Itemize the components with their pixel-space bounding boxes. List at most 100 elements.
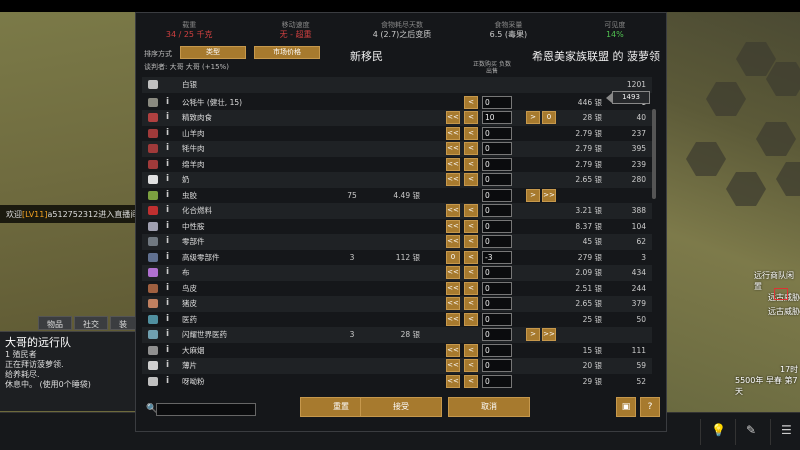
transfer-all-left-button[interactable]: << [446, 142, 460, 155]
transfer-all-left-button[interactable]: 0 [446, 250, 460, 264]
accept-button[interactable]: 接受 [360, 397, 442, 417]
info-icon[interactable]: i [166, 141, 169, 156]
stat-label: 移动速度 [281, 21, 310, 29]
info-icon[interactable]: i [166, 203, 169, 218]
menu-icon[interactable]: ☰ [770, 419, 800, 445]
quantity-field[interactable]: 0 [482, 359, 512, 372]
transfer-all-right-button[interactable]: >> [542, 188, 556, 202]
stat: 载重 34 / 25 千克 [136, 13, 242, 43]
quantity-field[interactable]: 0 [482, 126, 512, 140]
sort-by-type-button[interactable]: 类型 [180, 46, 246, 59]
sort-by-market-button[interactable]: 市场价格 [254, 46, 320, 59]
info-icon[interactable]: i [166, 312, 169, 327]
quantity-field[interactable]: 0 [482, 157, 512, 171]
quantity-field[interactable]: -3 [482, 250, 512, 264]
info-icon[interactable]: i [166, 327, 169, 342]
threat-marker[interactable] [774, 288, 788, 300]
brush-icon[interactable]: ✎ [735, 419, 765, 445]
transfer-all-left-button[interactable]: << [446, 235, 460, 248]
info-icon[interactable]: i [166, 188, 169, 203]
item-icon [148, 268, 158, 277]
transfer-all-right-button[interactable]: >> [542, 328, 556, 341]
quantity-field[interactable]: 0 [482, 204, 512, 217]
transfer-all-left-button[interactable]: << [446, 111, 460, 124]
transfer-left-button[interactable]: < [464, 142, 478, 155]
info-icon[interactable]: i [166, 296, 169, 311]
quantity-field[interactable]: 0 [482, 374, 512, 388]
trade-row: i 牦牛肉 << <0 2.79 银 395 [142, 141, 652, 157]
quantity-field[interactable]: 0 [482, 343, 512, 357]
tab-gear[interactable]: 装 [110, 316, 136, 330]
transfer-left-button[interactable]: < [464, 250, 478, 264]
quantity-field[interactable]: 0 [482, 173, 512, 186]
trade-list: 白银 1201 i公牦牛 (健壮, 15)<0446 银1i精致肉食<<<10>… [142, 77, 652, 395]
transfer-all-left-button[interactable]: << [446, 157, 460, 171]
transfer-right-button[interactable]: > [526, 111, 540, 124]
quantity-field[interactable]: 0 [482, 281, 512, 295]
info-icon[interactable]: i [166, 281, 169, 296]
transfer-right-button[interactable]: > [526, 188, 540, 202]
info-icon[interactable]: i [166, 250, 169, 265]
info-icon[interactable]: i [166, 157, 169, 172]
info-icon[interactable]: i [166, 343, 169, 358]
quantity-field[interactable]: 0 [482, 142, 512, 155]
quantity-field[interactable]: 0 [482, 219, 512, 233]
quantity-field[interactable]: 0 [482, 95, 512, 109]
transfer-all-left-button[interactable]: << [446, 126, 460, 140]
info-icon[interactable]: i [166, 110, 169, 125]
info-icon[interactable]: i [166, 358, 169, 373]
search-input[interactable] [156, 403, 256, 416]
gift-icon[interactable]: ▣ [616, 397, 636, 417]
transfer-left-button[interactable]: < [464, 281, 478, 295]
transfer-left-button[interactable]: < [464, 204, 478, 217]
info-icon[interactable]: i [166, 265, 169, 280]
info-icon[interactable]: i [166, 234, 169, 249]
date-readout: 5500年 早春 第7天 [735, 376, 798, 396]
transfer-left-button[interactable]: < [464, 359, 478, 372]
transfer-left-button[interactable]: < [464, 343, 478, 357]
transfer-all-left-button[interactable]: << [446, 219, 460, 233]
transfer-left-button[interactable]: < [464, 374, 478, 388]
quantity-field[interactable]: 0 [482, 312, 512, 326]
list-scrollbar[interactable] [652, 109, 656, 199]
lightbulb-icon[interactable]: 💡 [700, 419, 730, 445]
transfer-all-left-button[interactable]: << [446, 297, 460, 310]
transfer-all-left-button[interactable]: << [446, 374, 460, 388]
quantity-field[interactable]: 0 [482, 328, 512, 341]
transfer-all-left-button[interactable]: << [446, 312, 460, 326]
transfer-left-button[interactable]: < [464, 95, 478, 109]
transfer-left-button[interactable]: < [464, 111, 478, 124]
info-icon[interactable]: i [166, 374, 169, 389]
info-icon[interactable]: i [166, 172, 169, 187]
world-map-right[interactable] [666, 12, 800, 412]
quantity-field[interactable]: 0 [482, 297, 512, 310]
transfer-all-left-button[interactable]: << [446, 266, 460, 279]
tab-items[interactable]: 物品 [38, 316, 72, 330]
transfer-left-button[interactable]: < [464, 266, 478, 279]
tab-social[interactable]: 社交 [74, 316, 108, 330]
transfer-left-button[interactable]: < [464, 173, 478, 186]
transfer-all-left-button[interactable]: << [446, 173, 460, 186]
transfer-all-left-button[interactable]: << [446, 281, 460, 295]
trader-count: 388 [631, 206, 646, 215]
info-icon[interactable]: i [166, 219, 169, 234]
quantity-field[interactable]: 0 [482, 188, 512, 202]
cancel-button[interactable]: 取消 [448, 397, 530, 417]
quantity-field[interactable]: 0 [482, 235, 512, 248]
transfer-left-button[interactable]: < [464, 157, 478, 171]
transfer-left-button[interactable]: < [464, 312, 478, 326]
transfer-left-button[interactable]: < [464, 126, 478, 140]
transfer-left-button[interactable]: < [464, 219, 478, 233]
quantity-field[interactable]: 0 [482, 266, 512, 279]
info-icon[interactable]: i [166, 95, 169, 110]
map-label-threat-2[interactable]: 远古威胁 [768, 306, 800, 317]
transfer-all-left-button[interactable]: << [446, 204, 460, 217]
transfer-left-button[interactable]: < [464, 297, 478, 310]
transfer-left-button[interactable]: < [464, 235, 478, 248]
info-button[interactable]: ? [640, 397, 660, 417]
transfer-right-button[interactable]: > [526, 328, 540, 341]
quantity-field[interactable]: 10 [482, 111, 512, 124]
transfer-all-left-button[interactable]: << [446, 359, 460, 372]
info-icon[interactable]: i [166, 126, 169, 141]
transfer-all-left-button[interactable]: << [446, 343, 460, 357]
